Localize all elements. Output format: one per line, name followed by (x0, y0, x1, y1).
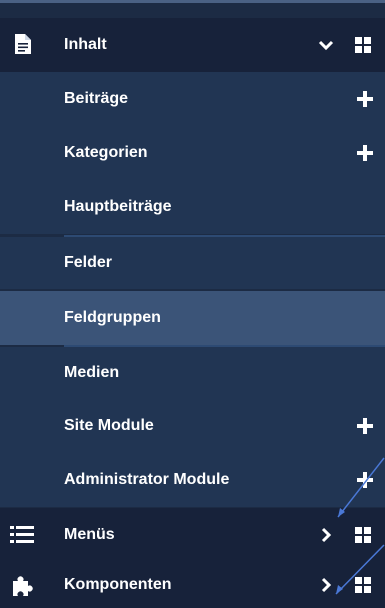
menu-item-media[interactable]: Medien (0, 347, 385, 399)
document-icon (14, 33, 32, 55)
menu-item-fields-label: Felder (64, 254, 113, 271)
menu-item-site-modules[interactable]: Site Module (0, 399, 385, 453)
add-category-icon[interactable] (357, 145, 373, 161)
chevron-right-icon[interactable] (317, 526, 335, 544)
menu-item-featured-label: Hauptbeiträge (64, 198, 172, 215)
chevron-down-icon[interactable] (317, 36, 335, 54)
menu-item-categories[interactable]: Kategorien (0, 126, 385, 180)
add-article-icon[interactable] (357, 91, 373, 107)
menu-item-admin-modules[interactable]: Administrator Module (0, 453, 385, 507)
add-admin-module-icon[interactable] (357, 472, 373, 488)
menu-item-field-groups-label: Feldgruppen (64, 309, 161, 326)
menu-item-content[interactable]: Inhalt (0, 18, 385, 72)
menu-item-field-groups[interactable]: Feldgruppen (0, 291, 385, 345)
add-site-module-icon[interactable] (357, 418, 373, 434)
menu-item-content-label: Inhalt (64, 36, 107, 53)
menu-item-categories-label: Kategorien (64, 144, 148, 161)
dashboard-grid-icon[interactable] (355, 577, 371, 593)
menu-item-fields[interactable]: Felder (0, 237, 385, 289)
menu-item-components-label: Komponenten (64, 576, 172, 593)
menu-item-articles[interactable]: Beiträge (0, 72, 385, 126)
menu-item-articles-label: Beiträge (64, 90, 129, 107)
menu-item-admin-modules-label: Administrator Module (64, 471, 230, 488)
list-icon (10, 525, 34, 545)
chevron-right-icon[interactable] (317, 576, 335, 594)
sidebar-menu: Inhalt Beiträge Kategorien Hauptbeiträge… (0, 0, 385, 608)
menu-item-site-modules-label: Site Module (64, 417, 154, 434)
puzzle-icon (11, 575, 35, 597)
dashboard-grid-icon[interactable] (355, 527, 371, 543)
menu-item-featured[interactable]: Hauptbeiträge (0, 180, 385, 234)
menu-item-components[interactable]: Komponenten (0, 562, 385, 608)
top-border (0, 0, 385, 3)
dashboard-grid-icon[interactable] (355, 37, 371, 53)
menu-item-media-label: Medien (64, 364, 120, 381)
menu-item-menus[interactable]: Menüs (0, 508, 385, 562)
menu-item-menus-label: Menüs (64, 526, 115, 543)
